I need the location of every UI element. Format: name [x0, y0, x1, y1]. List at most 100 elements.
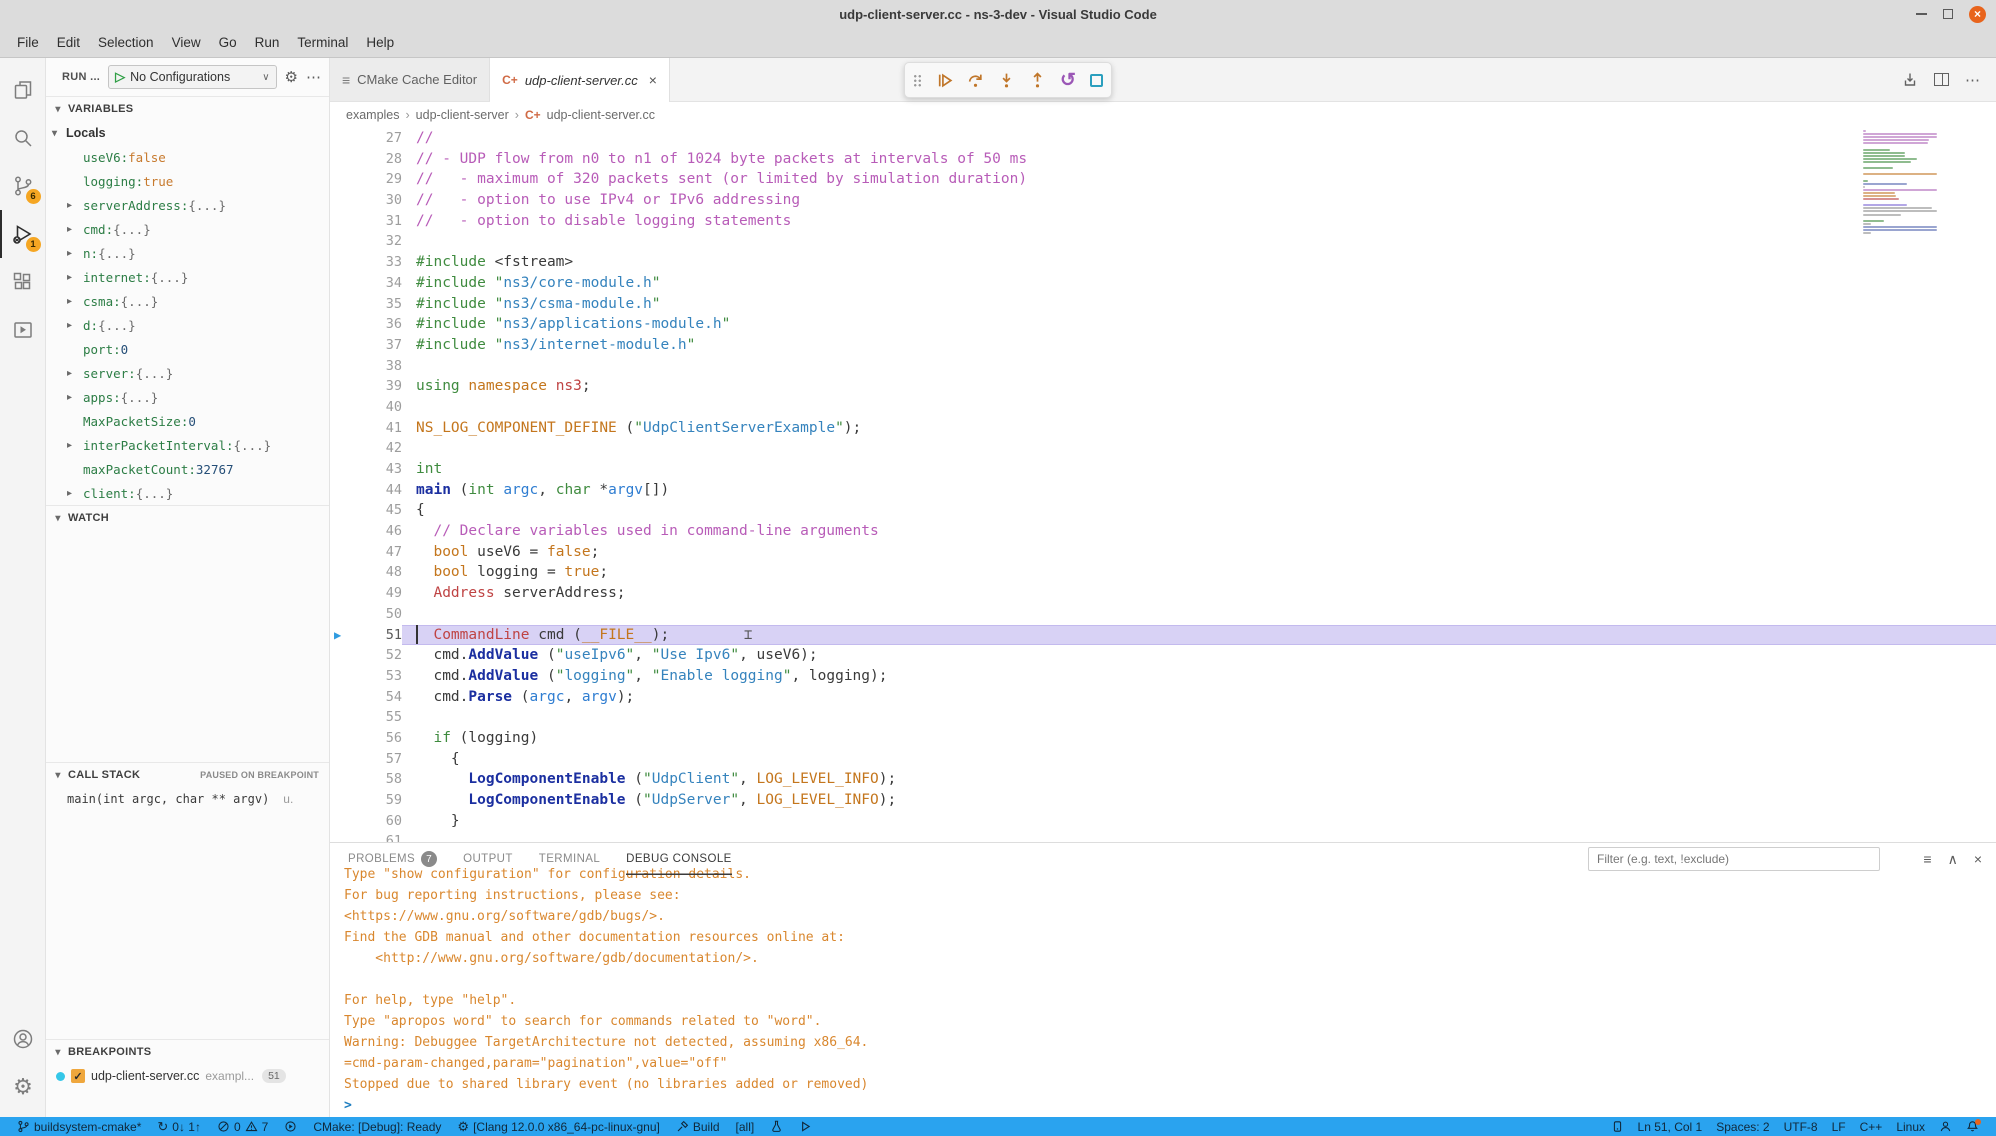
git-sync-status[interactable]: ↻0↓ 1↑ [150, 1117, 208, 1136]
close-icon[interactable]: × [649, 72, 657, 88]
gutter[interactable]: ▶51 [330, 625, 402, 646]
cmake-debug-button[interactable] [277, 1117, 304, 1136]
code-line-27[interactable]: 27// [330, 128, 1996, 149]
chevron-right-icon[interactable]: ▸ [67, 368, 83, 379]
code-line-36[interactable]: 36#include "ns3/applications-module.h" [330, 314, 1996, 335]
code-line-41[interactable]: 41NS_LOG_COMPONENT_DEFINE ("UdpClientSer… [330, 418, 1996, 439]
console-filter-input[interactable] [1588, 847, 1880, 871]
variable-client[interactable]: ▸client: {...} [46, 481, 329, 505]
code-line-29[interactable]: 29// - maximum of 320 packets sent (or l… [330, 169, 1996, 190]
panel-tab-problems[interactable]: PROBLEMS7 [348, 843, 437, 875]
menu-terminal[interactable]: Terminal [288, 32, 357, 53]
code-line-34[interactable]: 34#include "ns3/core-module.h" [330, 273, 1996, 294]
gutter[interactable]: 50 [330, 604, 402, 625]
code-line-56[interactable]: 56 if (logging) [330, 728, 1996, 749]
callstack-section-header[interactable]: ▾ CALL STACK PAUSED ON BREAKPOINT [46, 763, 329, 787]
gutter[interactable]: 47 [330, 542, 402, 563]
variable-server[interactable]: ▸server: {...} [46, 361, 329, 385]
minimap[interactable] [1863, 130, 1941, 238]
code-line-32[interactable]: 32 [330, 231, 1996, 252]
menu-file[interactable]: File [8, 32, 48, 53]
scope-locals[interactable]: ▾ Locals [46, 121, 329, 145]
code-line-46[interactable]: 46 // Declare variables used in command-… [330, 521, 1996, 542]
chevron-right-icon[interactable]: ▸ [67, 488, 83, 499]
code-line-52[interactable]: 52 cmd.AddValue ("useIpv6", "Use Ipv6", … [330, 645, 1996, 666]
menu-view[interactable]: View [163, 32, 210, 53]
drag-handle[interactable] [913, 74, 922, 87]
code-line-47[interactable]: 47 bool useV6 = false; [330, 542, 1996, 563]
explorer-icon[interactable] [0, 66, 46, 114]
remote-indicator[interactable] [1604, 1117, 1631, 1136]
chevron-right-icon[interactable]: ▸ [67, 392, 83, 403]
cursor-position[interactable]: Ln 51, Col 1 [1631, 1117, 1710, 1136]
code-line-51[interactable]: ▶51 CommandLine cmd (__FILE__); [330, 625, 1996, 646]
settings-gear-icon[interactable]: ⚙ [0, 1063, 46, 1111]
gutter[interactable]: 33 [330, 252, 402, 273]
step-into-icon[interactable] [998, 72, 1015, 89]
code-line-53[interactable]: 53 cmd.AddValue ("logging", "Enable logg… [330, 666, 1996, 687]
watch-section-header[interactable]: ▾ WATCH [46, 506, 329, 530]
eol[interactable]: LF [1825, 1117, 1853, 1136]
gutter[interactable]: 32 [330, 231, 402, 252]
variable-csma[interactable]: ▸csma: {...} [46, 289, 329, 313]
gutter[interactable]: 34 [330, 273, 402, 294]
gutter[interactable]: 42 [330, 438, 402, 459]
cmake-test-button[interactable] [763, 1117, 790, 1136]
code-line-39[interactable]: 39using namespace ns3; [330, 376, 1996, 397]
tab-udp-client-server-cc[interactable]: C+udp-client-server.cc× [490, 58, 670, 102]
variable-cmd[interactable]: ▸cmd: {...} [46, 217, 329, 241]
variable-MaxPacketSize[interactable]: MaxPacketSize: 0 [46, 409, 329, 433]
gutter[interactable]: 58 [330, 769, 402, 790]
gutter[interactable]: 41 [330, 418, 402, 439]
cmake-kit-status[interactable]: ⚙[Clang 12.0.0 x86_64-pc-linux-gnu] [450, 1117, 666, 1136]
code-line-30[interactable]: 30// - option to use IPv4 or IPv6 addres… [330, 190, 1996, 211]
search-icon[interactable] [0, 114, 46, 162]
indentation[interactable]: Spaces: 2 [1709, 1117, 1776, 1136]
gutter[interactable]: 46 [330, 521, 402, 542]
code-line-37[interactable]: 37#include "ns3/internet-module.h" [330, 335, 1996, 356]
gutter[interactable]: 40 [330, 397, 402, 418]
chevron-right-icon[interactable]: ▸ [67, 296, 83, 307]
panel-tab-debug-console[interactable]: DEBUG CONSOLE [626, 843, 732, 875]
source-control-icon[interactable]: 6 [0, 162, 46, 210]
variable-apps[interactable]: ▸apps: {...} [46, 385, 329, 409]
breadcrumb-item-examples[interactable]: examples [346, 108, 400, 122]
variable-internet[interactable]: ▸internet: {...} [46, 265, 329, 289]
gutter[interactable]: 31 [330, 211, 402, 232]
menu-help[interactable]: Help [357, 32, 403, 53]
gutter[interactable]: 30 [330, 190, 402, 211]
chevron-right-icon[interactable]: ▸ [67, 248, 83, 259]
code-line-42[interactable]: 42 [330, 438, 1996, 459]
close-icon[interactable]: × [1969, 6, 1986, 23]
cmake-status[interactable]: CMake: [Debug]: Ready [306, 1117, 448, 1136]
encoding[interactable]: UTF-8 [1777, 1117, 1825, 1136]
breakpoint-item[interactable]: ✓ udp-client-server.cc exampl... 51 [46, 1064, 329, 1088]
chevron-right-icon[interactable]: ▸ [67, 224, 83, 235]
more-actions-icon[interactable]: ⋯ [1965, 71, 1980, 89]
breakpoints-section-header[interactable]: ▾ BREAKPOINTS [46, 1040, 329, 1064]
panel-tab-terminal[interactable]: TERMINAL [539, 843, 600, 875]
panel-tab-output[interactable]: OUTPUT [463, 843, 513, 875]
restart-icon[interactable]: ↺ [1060, 69, 1076, 92]
code-line-55[interactable]: 55 [330, 707, 1996, 728]
chevron-right-icon[interactable]: ▸ [67, 200, 83, 211]
variable-useV6[interactable]: useV6: false [46, 145, 329, 169]
variable-port[interactable]: port: 0 [46, 337, 329, 361]
gutter[interactable]: 38 [330, 356, 402, 377]
notifications[interactable] [1959, 1117, 1986, 1136]
run-or-debug-icon[interactable] [1902, 72, 1918, 88]
launch-config-dropdown[interactable]: ▷ No Configurations ∨ [108, 65, 276, 89]
gutter[interactable]: 48 [330, 562, 402, 583]
accounts-icon[interactable] [0, 1015, 46, 1063]
cmake-launch-button[interactable] [792, 1117, 819, 1136]
variable-n[interactable]: ▸n: {...} [46, 241, 329, 265]
variable-maxPacketCount[interactable]: maxPacketCount: 32767 [46, 457, 329, 481]
cmake-build-button[interactable]: Build [669, 1117, 727, 1136]
gutter[interactable]: 43 [330, 459, 402, 480]
code-line-38[interactable]: 38 [330, 356, 1996, 377]
code-line-48[interactable]: 48 bool logging = true; [330, 562, 1996, 583]
gutter[interactable]: 59 [330, 790, 402, 811]
continue-icon[interactable] [936, 72, 953, 89]
code-line-33[interactable]: 33#include <fstream> [330, 252, 1996, 273]
gutter[interactable]: 27 [330, 128, 402, 149]
